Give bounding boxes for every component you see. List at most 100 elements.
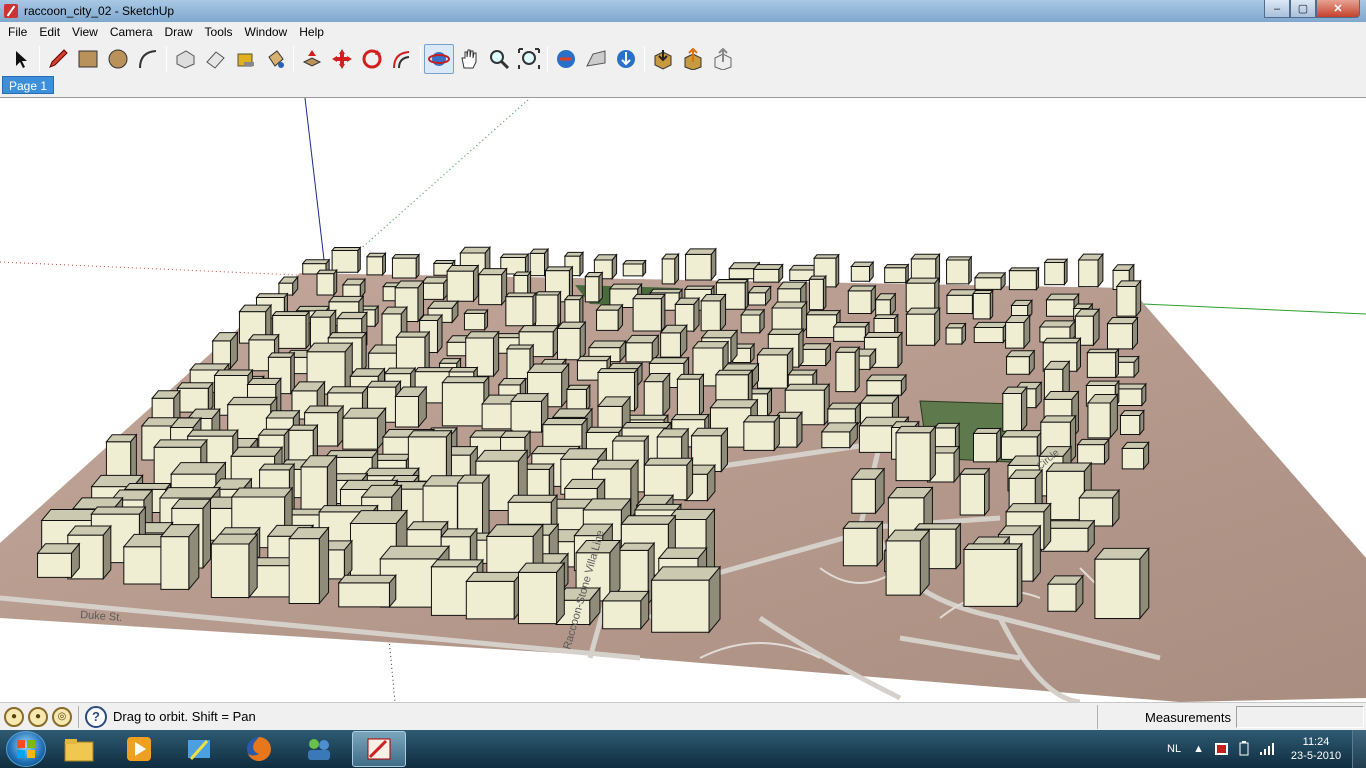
building[interactable] [832, 321, 871, 343]
building[interactable] [972, 427, 1002, 464]
building[interactable] [36, 542, 81, 579]
building[interactable] [643, 456, 694, 502]
building[interactable] [808, 274, 827, 311]
move-tool-button[interactable] [327, 44, 357, 74]
building[interactable] [905, 306, 941, 347]
close-button[interactable]: ✕ [1316, 0, 1360, 18]
building[interactable] [420, 275, 450, 301]
building[interactable] [650, 565, 722, 634]
system-clock[interactable]: 11:24 23-5-2010 [1286, 735, 1346, 763]
building[interactable] [288, 526, 330, 605]
building[interactable] [676, 372, 705, 418]
taskbar-paint-app[interactable] [172, 731, 226, 767]
measurements-input[interactable] [1236, 706, 1364, 728]
rectangle-tool-button[interactable] [73, 44, 103, 74]
building[interactable] [446, 264, 480, 303]
building[interactable] [277, 275, 299, 297]
building[interactable] [176, 381, 214, 414]
building[interactable] [556, 320, 587, 362]
building[interactable] [945, 288, 979, 315]
share-component-button[interactable] [708, 44, 738, 74]
building[interactable] [1086, 347, 1120, 379]
arc-tool-button[interactable] [133, 44, 163, 74]
menu-tools[interactable]: Tools [199, 22, 239, 42]
show-desktop-button[interactable] [1352, 730, 1366, 768]
building[interactable] [1046, 574, 1084, 613]
building[interactable] [315, 268, 338, 297]
city-model-scene[interactable]: Duke St. Raccoon-Stone Villa Line Circle [0, 98, 1366, 702]
building[interactable] [885, 528, 931, 597]
taskbar-explorer[interactable] [52, 731, 106, 767]
tab-page-1[interactable]: Page 1 [2, 76, 55, 94]
building[interactable] [504, 291, 537, 328]
building[interactable] [756, 347, 794, 390]
building[interactable] [1005, 349, 1036, 376]
zoom-extents-tool-button[interactable] [514, 44, 544, 74]
menu-draw[interactable]: Draw [159, 22, 199, 42]
make-component-button[interactable] [170, 44, 200, 74]
building[interactable] [847, 284, 877, 315]
building[interactable] [534, 290, 562, 328]
building[interactable] [700, 293, 727, 333]
building[interactable] [1086, 393, 1119, 440]
taskbar-sketchup[interactable] [352, 731, 406, 767]
building[interactable] [659, 323, 688, 359]
building[interactable] [905, 276, 940, 314]
building[interactable] [337, 573, 397, 609]
building[interactable] [643, 372, 671, 418]
building[interactable] [211, 331, 239, 370]
tape-measure-tool-button[interactable] [230, 44, 260, 74]
building[interactable] [477, 267, 508, 307]
taskbar-media-player[interactable] [112, 731, 166, 767]
building[interactable] [1001, 385, 1028, 433]
start-button[interactable] [6, 731, 46, 767]
building[interactable] [1121, 440, 1150, 471]
building[interactable] [865, 373, 908, 397]
building[interactable] [365, 251, 387, 277]
building[interactable] [1008, 266, 1040, 292]
get-models-button[interactable] [648, 44, 678, 74]
taskbar-firefox[interactable] [232, 731, 286, 767]
get-current-view-button[interactable] [551, 44, 581, 74]
building[interactable] [517, 561, 566, 625]
building[interactable] [661, 252, 680, 286]
building[interactable] [565, 383, 591, 412]
building[interactable] [752, 263, 784, 284]
pan-tool-button[interactable] [454, 44, 484, 74]
sketchup-app-icon[interactable] [4, 4, 18, 18]
building[interactable] [465, 571, 523, 621]
menu-view[interactable]: View [66, 22, 104, 42]
building[interactable] [740, 308, 766, 335]
building[interactable] [1076, 438, 1110, 466]
minimize-button[interactable]: – [1264, 0, 1290, 18]
network-signal-icon[interactable] [1258, 741, 1276, 757]
building[interactable] [159, 523, 200, 591]
building[interactable] [747, 285, 772, 307]
building[interactable] [1115, 279, 1142, 318]
building[interactable] [842, 520, 884, 568]
building[interactable] [341, 277, 367, 300]
building[interactable] [341, 406, 387, 451]
instructor-help-icon[interactable]: ? [85, 705, 107, 728]
building[interactable] [1000, 429, 1044, 461]
building[interactable] [894, 425, 937, 482]
action-center-icon[interactable] [1214, 741, 1230, 757]
sign-in-icon[interactable]: ◎ [52, 706, 72, 727]
building[interactable] [820, 421, 859, 450]
toggle-terrain-button[interactable] [581, 44, 611, 74]
building[interactable] [394, 385, 428, 429]
rotate-tool-button[interactable] [357, 44, 387, 74]
building[interactable] [595, 303, 624, 332]
menu-window[interactable]: Window [239, 22, 294, 42]
building[interactable] [973, 271, 1007, 291]
credits-icon[interactable]: ● [28, 706, 48, 727]
building[interactable] [945, 255, 973, 286]
battery-icon[interactable] [1236, 741, 1252, 757]
eraser-tool-button[interactable] [200, 44, 230, 74]
building[interactable] [1119, 409, 1145, 436]
building[interactable] [850, 260, 875, 283]
menu-help[interactable]: Help [293, 22, 330, 42]
building[interactable] [622, 259, 647, 278]
menu-edit[interactable]: Edit [33, 22, 66, 42]
building[interactable] [799, 342, 832, 367]
